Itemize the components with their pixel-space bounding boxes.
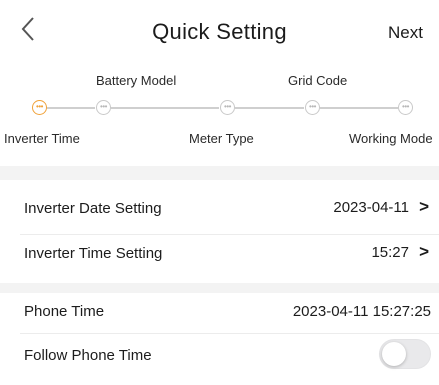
step-connector	[111, 107, 219, 109]
toggle-knob	[382, 342, 406, 366]
step-label-inverter-time: Inverter Time	[4, 131, 80, 146]
more-dots-icon: •••	[36, 102, 43, 111]
step-label-meter-type: Meter Type	[189, 131, 254, 146]
step-dot-battery-model[interactable]: •••	[96, 100, 111, 115]
header-bar: Quick Setting Next	[0, 0, 439, 62]
page-title: Quick Setting	[152, 19, 287, 44]
inverter-time-value[interactable]: 15:27	[371, 244, 409, 261]
inverter-settings-group: Inverter Date Setting 2023-04-11 > Inver…	[0, 180, 439, 292]
step-connector	[320, 107, 398, 109]
section-gap	[0, 283, 439, 293]
more-dots-icon: •••	[224, 102, 231, 111]
step-connector	[235, 107, 304, 109]
step-connector	[47, 107, 95, 109]
inverter-time-label: Inverter Time Setting	[24, 245, 163, 262]
step-label-battery-model: Battery Model	[96, 73, 177, 88]
step-label-grid-code: Grid Code	[288, 73, 348, 88]
step-dot-grid-code[interactable]: •••	[305, 100, 320, 115]
inverter-date-label: Inverter Date Setting	[24, 200, 162, 217]
step-dot-inverter-time[interactable]: •••	[32, 100, 47, 115]
step-progress: Battery Model Grid Code ••• ••• ••• ••• …	[0, 62, 439, 180]
more-dots-icon: •••	[100, 102, 107, 111]
row-divider	[20, 333, 439, 334]
phone-time-group: Phone Time 2023-04-11 15:27:25 Follow Ph…	[0, 293, 439, 385]
step-dot-working-mode[interactable]: •••	[398, 100, 413, 115]
follow-phone-time-toggle[interactable]	[379, 339, 431, 369]
chevron-right-icon[interactable]: >	[419, 197, 429, 217]
step-dot-meter-type[interactable]: •••	[220, 100, 235, 115]
follow-phone-time-label: Follow Phone Time	[24, 347, 152, 364]
phone-time-value: 2023-04-11 15:27:25	[292, 303, 431, 320]
section-gap	[0, 166, 439, 180]
more-dots-icon: •••	[402, 102, 409, 111]
chevron-right-icon[interactable]: >	[419, 242, 429, 262]
more-dots-icon: •••	[309, 102, 316, 111]
inverter-date-value[interactable]: 2023-04-11	[333, 199, 409, 216]
row-divider	[20, 234, 439, 235]
step-label-working-mode: Working Mode	[349, 131, 433, 146]
phone-time-label: Phone Time	[24, 303, 105, 320]
next-button[interactable]: Next	[388, 23, 423, 43]
